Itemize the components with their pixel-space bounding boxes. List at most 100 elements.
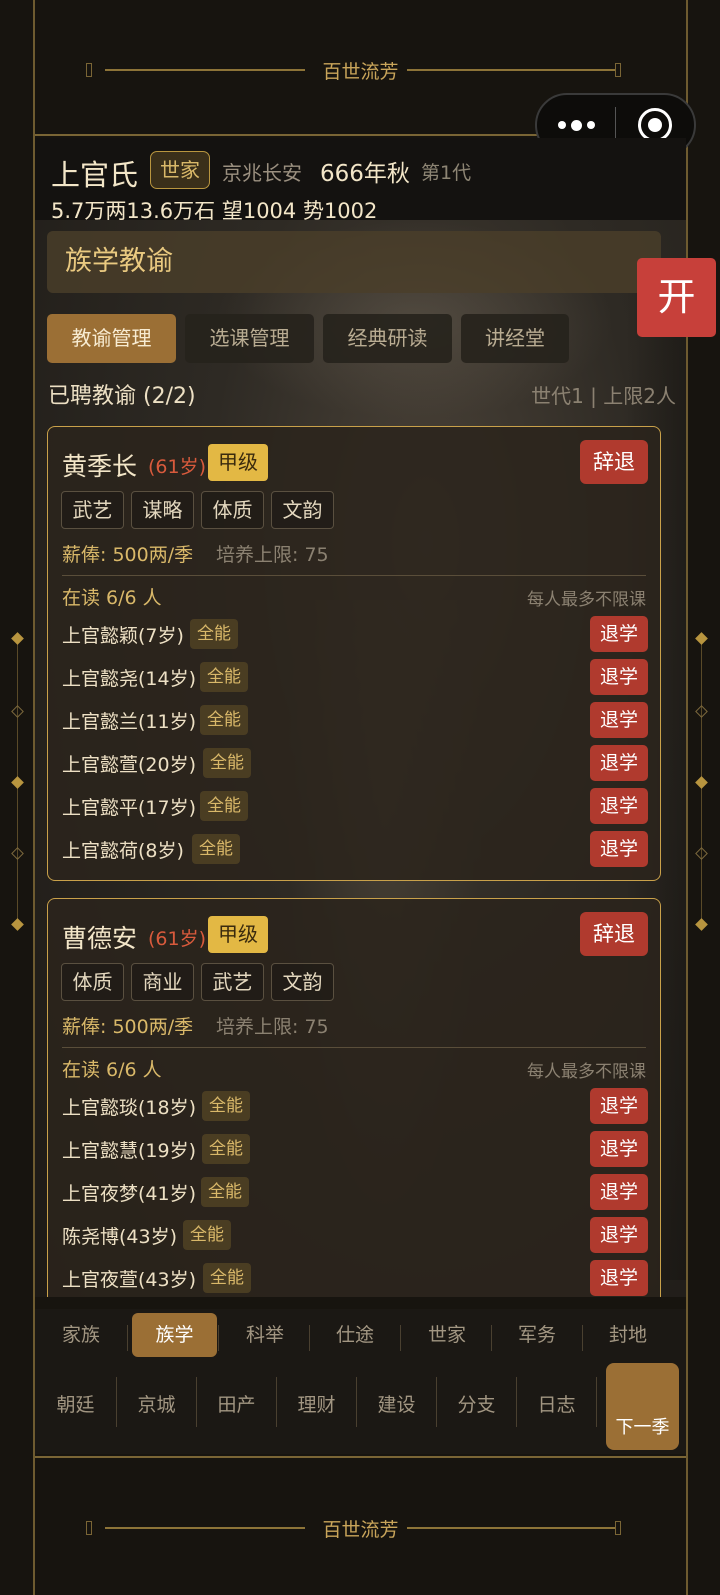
nav-row-primary: 家族 族学 科举 仕途 世家 军务 封地 [35, 1313, 686, 1361]
skill-tag: 体质 [61, 963, 124, 1001]
banner-cap-right [615, 63, 621, 77]
student-name: 上官懿尧(14岁) [62, 668, 197, 690]
student-badge: 全能 [202, 1091, 250, 1121]
banner-cap-right [615, 1521, 621, 1535]
nav-item-court[interactable]: 朝廷 [38, 1383, 113, 1427]
dismiss-button[interactable]: 辞退 [580, 440, 648, 484]
skill-tag: 商业 [131, 963, 194, 1001]
card-divider [62, 575, 646, 576]
nav-divider [356, 1377, 357, 1427]
withdraw-button[interactable]: 退学 [590, 616, 648, 652]
nav-divider [276, 1377, 277, 1427]
student-name: 上官懿兰(11岁) [62, 711, 197, 733]
nav-divider [400, 1325, 401, 1351]
nav-item-fief[interactable]: 封地 [588, 1313, 668, 1357]
teacher-limit-label: 世代1 | 上限2人 [531, 384, 676, 408]
withdraw-button[interactable]: 退学 [590, 1260, 648, 1296]
withdraw-button[interactable]: 退学 [590, 788, 648, 824]
hired-teachers-label: 已聘教谕 (2/2) [48, 384, 196, 409]
teacher-age: (61岁) [148, 456, 207, 478]
dismiss-button[interactable]: 辞退 [580, 912, 648, 956]
student-row: 上官夜萱(43岁) 全能 退学 [62, 1260, 648, 1296]
student-name: 上官懿平(17岁) [62, 797, 197, 819]
tab-teacher-management[interactable]: 教谕管理 [47, 314, 176, 363]
student-row: 上官懿荷(8岁) 全能 退学 [62, 831, 648, 867]
nav-item-branches[interactable]: 分支 [439, 1383, 514, 1427]
skill-tag: 谋略 [131, 491, 194, 529]
teacher-card: 黄季长 (61岁) 甲级 辞退 武艺 谋略 体质 文韵 薪俸: 500两/季 培… [47, 426, 661, 881]
side-ornament-right [692, 630, 712, 940]
teacher-name: 曹德安 [62, 924, 138, 953]
nav-item-construction[interactable]: 建设 [359, 1383, 434, 1427]
teacher-training-cap: 培养上限: 75 [216, 1016, 329, 1038]
withdraw-button[interactable]: 退学 [590, 745, 648, 781]
student-badge: 全能 [201, 1177, 249, 1207]
nav-divider [309, 1325, 310, 1351]
nav-divider [596, 1377, 597, 1427]
withdraw-button[interactable]: 退学 [590, 831, 648, 867]
clan-region: 京兆长安 [222, 161, 302, 185]
student-name: 上官懿琰(18岁) [62, 1097, 197, 1119]
nav-divider [196, 1377, 197, 1427]
nav-item-estates[interactable]: 田产 [199, 1383, 274, 1427]
teacher-salary: 薪俸: 500两/季 [62, 544, 194, 566]
more-icon[interactable] [537, 119, 615, 131]
student-row: 上官懿平(17岁) 全能 退学 [62, 788, 648, 824]
nav-item-log[interactable]: 日志 [519, 1383, 594, 1427]
nav-item-clan-school[interactable]: 族学 [132, 1313, 217, 1357]
nav-item-noble-houses[interactable]: 世家 [407, 1313, 487, 1357]
skill-tag: 文韵 [271, 963, 334, 1001]
teacher-skills: 武艺 谋略 体质 文韵 [61, 491, 334, 529]
current-year: 666年秋 [320, 161, 410, 187]
student-badge: 全能 [202, 1134, 250, 1164]
banner-line-right [407, 69, 615, 71]
tab-course-management[interactable]: 选课管理 [185, 314, 314, 363]
student-name: 上官懿颖(7岁) [62, 625, 184, 647]
withdraw-button[interactable]: 退学 [590, 1174, 648, 1210]
student-row: 上官夜梦(41岁) 全能 退学 [62, 1174, 648, 1210]
banner-line-right [407, 1527, 615, 1529]
main-panel: 族学教谕 教谕管理 选课管理 经典研读 讲经堂 已聘教谕 (2/2) 世代1 |… [35, 220, 686, 1297]
nav-item-capital[interactable]: 京城 [119, 1383, 194, 1427]
nav-item-family[interactable]: 家族 [41, 1313, 121, 1357]
nav-item-finance[interactable]: 理财 [279, 1383, 354, 1427]
student-name: 上官懿慧(19岁) [62, 1140, 197, 1162]
nav-item-exams[interactable]: 科举 [225, 1313, 305, 1357]
clan-rank-badge: 世家 [150, 151, 210, 189]
bottom-banner: 百世流芳 [35, 1456, 686, 1592]
student-row: 上官懿尧(14岁) 全能 退学 [62, 659, 648, 695]
withdraw-button[interactable]: 退学 [590, 659, 648, 695]
side-ornament-left [8, 630, 28, 940]
teacher-grade-badge: 甲级 [208, 444, 268, 481]
withdraw-button[interactable]: 退学 [590, 702, 648, 738]
enroll-note: 每人最多不限课 [527, 590, 646, 610]
close-target-icon[interactable] [616, 108, 694, 142]
student-badge: 全能 [203, 748, 251, 778]
tab-classics-study[interactable]: 经典研读 [323, 314, 452, 363]
student-row: 陈尧博(43岁) 全能 退学 [62, 1217, 648, 1253]
withdraw-button[interactable]: 退学 [590, 1217, 648, 1253]
student-badge: 全能 [192, 834, 240, 864]
tab-lecture-hall[interactable]: 讲经堂 [461, 314, 569, 363]
card-divider [62, 1047, 646, 1048]
clan-name: 上官氏 [51, 158, 139, 192]
generation: 第1代 [421, 162, 472, 184]
teacher-name: 黄季长 [62, 452, 138, 481]
student-badge: 全能 [190, 619, 238, 649]
nav-item-career[interactable]: 仕途 [315, 1313, 395, 1357]
clan-info-bar: 上官氏 世家 京兆长安 666年秋 第1代 5.7万两13.6万石 望1004 … [35, 138, 686, 223]
bottom-navigation: 家族 族学 科举 仕途 世家 军务 封地 朝廷 京城 田产 理财 建设 分支 日… [35, 1309, 686, 1454]
student-row: 上官懿萱(20岁) 全能 退学 [62, 745, 648, 781]
student-badge: 全能 [200, 662, 248, 692]
next-season-button[interactable]: 下一季 [606, 1363, 679, 1450]
nav-item-military[interactable]: 军务 [497, 1313, 577, 1357]
student-row: 上官懿兰(11岁) 全能 退学 [62, 702, 648, 738]
open-button[interactable]: 开 [637, 258, 716, 337]
student-row: 上官懿琰(18岁) 全能 退学 [62, 1088, 648, 1124]
withdraw-button[interactable]: 退学 [590, 1088, 648, 1124]
section-tabs: 教谕管理 选课管理 经典研读 讲经堂 [47, 314, 569, 363]
teacher-age: (61岁) [148, 928, 207, 950]
skill-tag: 体质 [201, 491, 264, 529]
student-badge: 全能 [200, 791, 248, 821]
withdraw-button[interactable]: 退学 [590, 1131, 648, 1167]
